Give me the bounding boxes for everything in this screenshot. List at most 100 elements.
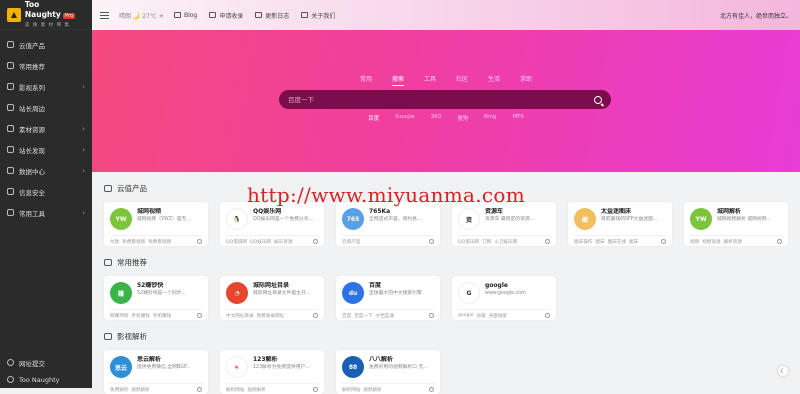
tag[interactable]: 火刀娱乐网 xyxy=(494,239,517,245)
more-info-icon[interactable] xyxy=(545,239,550,244)
tag[interactable]: 免费看视频 xyxy=(122,239,145,245)
dark-mode-toggle-icon[interactable]: ☾ xyxy=(778,366,788,376)
database-icon xyxy=(7,167,14,174)
search-tab[interactable]: 工具 xyxy=(424,74,436,86)
tag[interactable]: 图床操作 xyxy=(574,239,592,245)
more-info-icon[interactable] xyxy=(661,239,666,244)
search-engine-option[interactable]: 360 xyxy=(431,114,442,122)
top-link[interactable]: 更新日志 xyxy=(255,11,289,20)
more-info-icon[interactable] xyxy=(197,239,202,244)
tag[interactable]: 谷歌 xyxy=(477,313,486,319)
more-info-icon[interactable] xyxy=(777,239,782,244)
site-logo[interactable]: ▲ Too NaughtyPro 美 搜 素 材 网 集 xyxy=(0,0,92,30)
tag[interactable]: 谷歌搜索 xyxy=(489,313,507,319)
search-tab[interactable]: 搜索 xyxy=(392,74,404,86)
sidebar-item[interactable]: 素材资源› xyxy=(0,118,92,139)
search-tab[interactable]: 求职 xyxy=(520,74,532,86)
sidebar-item-label: 信息安全 xyxy=(19,187,85,197)
top-link[interactable]: 关于我们 xyxy=(301,11,335,20)
search-tab[interactable]: 生活 xyxy=(488,74,500,86)
site-card[interactable]: 🍬123解析123解析为免费提供用户...解析网站视频解析 xyxy=(220,350,324,394)
sidebar-item[interactable]: 常用推荐 xyxy=(0,55,92,76)
tag[interactable]: 手机赚钱 xyxy=(153,313,171,319)
pro-badge: Pro xyxy=(63,13,76,19)
site-card[interactable]: 765765Ka全网店式声誉，简约易...云值产品 xyxy=(336,202,440,246)
search-tab[interactable]: 社区 xyxy=(456,74,468,86)
top-link-label: 更新日志 xyxy=(265,11,289,20)
sidebar-item[interactable]: 站长发现› xyxy=(0,139,92,160)
site-logo-icon: 🐧 xyxy=(226,208,248,230)
tag[interactable]: 图床 xyxy=(629,239,638,245)
site-card-title: 52赚钞快 xyxy=(137,282,186,290)
tag[interactable]: 娱乐资源 xyxy=(274,239,292,245)
site-card[interactable]: YW城网解析城网视频解析 城网视频...视频视频资源解析资源 xyxy=(684,202,788,246)
tag[interactable]: 视频资源 xyxy=(702,239,720,245)
tag[interactable]: 解析资源 xyxy=(724,239,742,245)
tag[interactable]: google xyxy=(458,313,474,319)
chevron-right-icon: › xyxy=(82,83,85,91)
site-card-desc: 52赚钞快是一个同步... xyxy=(137,290,186,298)
site-card[interactable]: 资资源车资源车 最稳定的资源...QQ值乐网刀网火刀娱乐网 xyxy=(452,202,556,246)
tag[interactable]: QQ值值网 xyxy=(226,239,247,245)
site-card[interactable]: 赚52赚钞快52赚钞快是一个同步...网赚项目手机赚钱手机赚钱 xyxy=(104,276,208,320)
site-card[interactable]: 🐧QQ娱乐网QQ娱乐网是一个免费分享...QQ值值网QQ娱乐网娱乐资源 xyxy=(220,202,324,246)
site-card-desc: 城际网址目录文件是主开... xyxy=(253,290,310,298)
tag[interactable]: 中文网址目录 xyxy=(226,313,254,319)
site-card[interactable]: du百度全球最大的中文搜索引擎百度百度一下文档互通 xyxy=(336,276,440,320)
site-card[interactable]: ◔城际网址目录城际网址目录文件是主开...中文网址目录免费收录网址 xyxy=(220,276,324,320)
tag[interactable]: QQ娱乐网 xyxy=(250,239,271,245)
site-card-tags: 百度百度一下文档互通 xyxy=(342,309,434,319)
tag[interactable]: 免费看视频 xyxy=(148,239,171,245)
site-card[interactable]: 思云思云解析提供免费微信,全网BGP...免费解析视频解析 xyxy=(104,350,208,394)
search-engine-option[interactable]: MFS xyxy=(512,114,523,122)
sidebar-nav: 云值产品常用推荐影视系列›站长周边素材资源›站长发现›数据中心› 信息安全常用工具… xyxy=(0,34,92,223)
tag[interactable]: 网赚项目 xyxy=(110,313,128,319)
sidebar-item[interactable]: 常用工具› xyxy=(0,202,92,223)
search-engine-option[interactable]: 百度 xyxy=(368,114,379,122)
search-engine-option[interactable]: 搜狗 xyxy=(457,114,468,122)
tag[interactable]: 云值产品 xyxy=(342,239,360,245)
sidebar-item[interactable]: 站长周边 xyxy=(0,97,92,118)
tag[interactable]: 图床在线 xyxy=(608,239,626,245)
tag[interactable]: 手机赚钱 xyxy=(131,313,149,319)
tag[interactable]: 百度 xyxy=(342,313,351,319)
top-link[interactable]: 申请收录 xyxy=(209,11,243,20)
site-card-title: 城网视频 xyxy=(137,208,191,216)
more-info-icon[interactable] xyxy=(313,313,318,318)
tag[interactable]: 文档互通 xyxy=(376,313,394,319)
search-tab[interactable]: 常用 xyxy=(360,74,372,86)
more-info-icon[interactable] xyxy=(197,313,202,318)
search-input[interactable] xyxy=(288,96,594,104)
tag[interactable]: 付款 xyxy=(110,239,119,245)
sidebar-bottom-item[interactable]: 网址提交 xyxy=(0,354,92,371)
sidebar-item[interactable]: 云值产品 xyxy=(0,34,92,55)
tag[interactable]: 视频 xyxy=(690,239,699,245)
more-info-icon[interactable] xyxy=(313,239,318,244)
site-card-desc: 目前最快的SFP大益迷图... xyxy=(601,216,657,224)
menu-toggle-icon[interactable] xyxy=(100,12,109,19)
sidebar-bottom: 网址提交Too Naughty xyxy=(0,354,92,388)
sidebar-item[interactable]: 影视系列› xyxy=(0,76,92,97)
search-engine-option[interactable]: Bing xyxy=(484,114,496,122)
top-link[interactable]: Blog xyxy=(174,11,197,20)
more-info-icon[interactable] xyxy=(429,239,434,244)
more-info-icon[interactable] xyxy=(545,313,550,318)
tag[interactable]: 免费收录网址 xyxy=(257,313,285,319)
tag[interactable]: 图床 xyxy=(595,239,604,245)
section-title: 常用推荐 xyxy=(104,254,788,270)
sidebar-item[interactable]: 信息安全 xyxy=(0,181,92,202)
site-card[interactable]: YW城网视频城网视频（YWZ）是无...付款免费看视频免费看视频 xyxy=(104,202,208,246)
tag[interactable]: 百度一下 xyxy=(354,313,372,319)
cloud-icon xyxy=(7,41,14,48)
site-card[interactable]: Ggooglewww.google.comgoogle谷歌谷歌搜索 xyxy=(452,276,556,320)
search-icon[interactable] xyxy=(594,96,602,104)
search-engine-option[interactable]: Google xyxy=(395,114,414,122)
sidebar-item[interactable]: 数据中心› xyxy=(0,160,92,181)
sidebar-bottom-item[interactable]: Too Naughty xyxy=(0,371,92,388)
site-card-desc: 123解析为免费提供用户... xyxy=(253,364,310,372)
tag[interactable]: QQ值乐网 xyxy=(458,239,479,245)
site-card[interactable]: 图太益迷图床目前最快的SFP大益迷图...图床操作图床图床在线图床 xyxy=(568,202,672,246)
more-info-icon[interactable] xyxy=(429,313,434,318)
site-card[interactable]: 88八八解析免费好用的视频解析口 无...解析网站视频解析 xyxy=(336,350,440,394)
tag[interactable]: 刀网 xyxy=(482,239,491,245)
